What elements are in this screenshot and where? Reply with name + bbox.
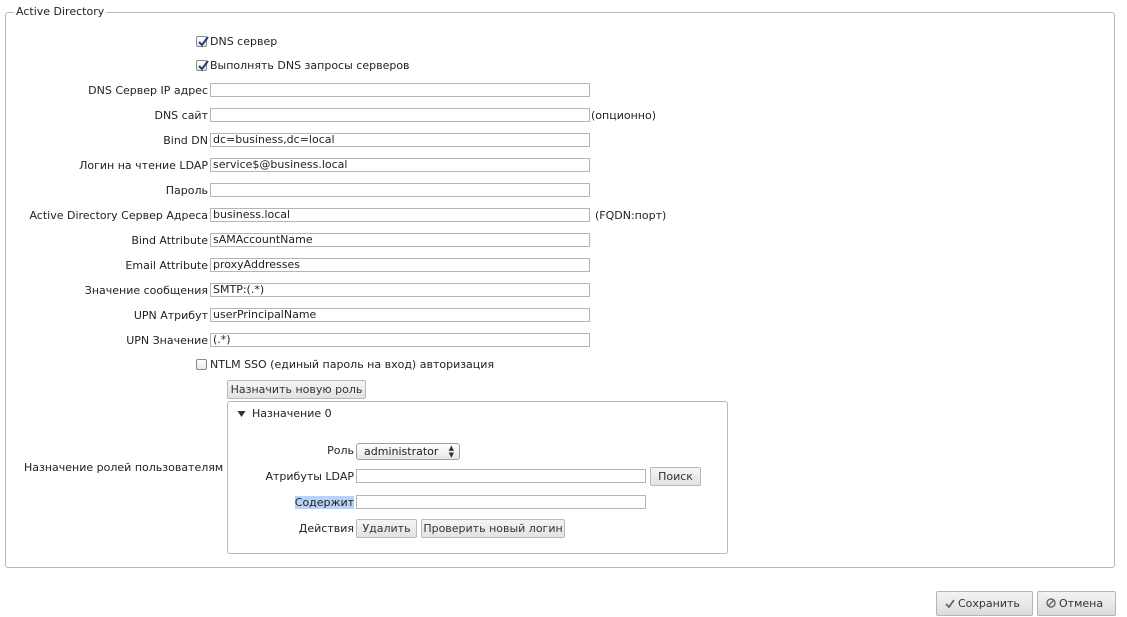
- ntlm-sso-label: NTLM SSO (единый пароль на вход) авториз…: [210, 358, 495, 371]
- dns-server-checkbox[interactable]: [196, 36, 209, 47]
- ad-server-input[interactable]: business.local: [210, 208, 590, 222]
- ad-server-label: Active Directory Сервер Адреса: [29, 209, 208, 222]
- contains-input[interactable]: [356, 495, 646, 509]
- bind-attribute-label: Bind Attribute: [131, 234, 208, 247]
- ldap-login-label: Логин на чтение LDAP: [79, 159, 208, 172]
- ldap-attributes-label: Атрибуты LDAP: [265, 470, 354, 483]
- upn-attribute-input[interactable]: userPrincipalName: [210, 308, 590, 322]
- dns-server-label: DNS сервер: [210, 35, 278, 48]
- ad-server-suffix: (FQDN:порт): [595, 209, 667, 222]
- dns-queries-checkbox[interactable]: [196, 60, 209, 71]
- cancel-button[interactable]: Отмена: [1037, 591, 1116, 616]
- dns-server-ip-input[interactable]: [210, 83, 590, 97]
- message-value-input[interactable]: SMTP:(.*): [210, 283, 590, 297]
- save-button[interactable]: Сохранить: [936, 591, 1033, 616]
- email-attribute-label: Email Attribute: [125, 259, 208, 272]
- contains-label-text: Содержит: [294, 496, 354, 509]
- role-select[interactable]: administrator ▲ ▼: [356, 443, 460, 460]
- dns-site-suffix: (опционно): [591, 109, 656, 122]
- checkmark-icon: [198, 60, 209, 71]
- collapse-triangle-icon[interactable]: [237, 410, 246, 418]
- check-icon: [945, 599, 955, 609]
- add-role-button[interactable]: Назначить новую роль: [227, 380, 366, 399]
- assignment-title[interactable]: Назначение 0: [252, 407, 332, 421]
- fieldset-legend: Active Directory: [14, 5, 107, 18]
- upn-value-label: UPN Значение: [126, 334, 208, 347]
- bind-dn-label: Bind DN: [163, 134, 208, 147]
- role-select-value: administrator: [364, 445, 439, 458]
- actions-label: Действия: [298, 522, 354, 535]
- dns-queries-label: Выполнять DNS запросы серверов: [210, 59, 410, 72]
- ntlm-sso-checkbox[interactable]: [196, 359, 207, 370]
- delete-button[interactable]: Удалить: [356, 519, 417, 538]
- bind-attribute-input[interactable]: sAMAccountName: [210, 233, 590, 247]
- check-login-button[interactable]: Проверить новый логин: [421, 519, 565, 538]
- select-arrows-icon: ▲ ▼: [448, 444, 454, 459]
- checkmark-icon: [198, 36, 209, 47]
- contains-label: Содержит: [294, 496, 354, 510]
- dns-site-label: DNS сайт: [154, 109, 208, 122]
- password-label: Пароль: [165, 184, 208, 197]
- cancel-button-label: Отмена: [1059, 597, 1104, 610]
- upn-value-input[interactable]: (.*): [210, 333, 590, 347]
- email-attribute-input[interactable]: proxyAddresses: [210, 258, 590, 272]
- dns-server-ip-label: DNS Сервер IP адрес: [88, 84, 208, 97]
- role-assignment-label: Назначение ролей пользователям: [24, 461, 224, 474]
- dns-site-input[interactable]: [210, 108, 590, 122]
- message-value-label: Значение сообщения: [84, 284, 208, 297]
- ban-icon: [1046, 598, 1056, 608]
- ldap-login-input[interactable]: service$@business.local: [210, 158, 590, 172]
- save-button-label: Сохранить: [958, 597, 1020, 610]
- ldap-attributes-input[interactable]: [356, 469, 646, 483]
- role-label: Роль: [327, 444, 354, 457]
- password-input[interactable]: [210, 183, 590, 197]
- upn-attribute-label: UPN Атрибут: [133, 309, 208, 322]
- search-button[interactable]: Поиск: [650, 467, 701, 486]
- bind-dn-input[interactable]: dc=business,dc=local: [210, 133, 590, 147]
